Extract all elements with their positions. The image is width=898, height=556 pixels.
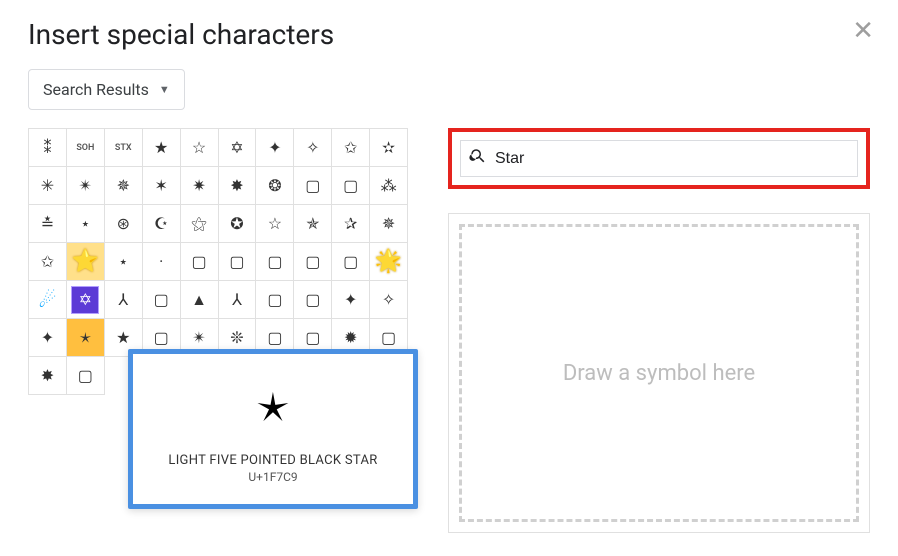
character-cell[interactable]: ✸ [219,167,257,205]
character-cell[interactable]: ⅄ [219,281,257,319]
character-cell[interactable]: ▢ [294,243,332,281]
character-cell[interactable]: ✸ [29,357,67,395]
preview-codepoint: U+1F7C9 [248,470,297,484]
character-cell[interactable]: ▢ [294,167,332,205]
character-cell[interactable]: ✯ [294,205,332,243]
character-cell[interactable]: ▢ [181,243,219,281]
character-cell[interactable]: ▢ [256,243,294,281]
character-cell[interactable]: ✧ [294,129,332,167]
character-cell[interactable]: ▢ [294,281,332,319]
character-cell[interactable]: ▢ [256,281,294,319]
character-cell[interactable]: ▢ [332,167,370,205]
character-cell[interactable]: ✫ [370,129,408,167]
character-cell[interactable]: ✧ [370,281,408,319]
character-cell[interactable]: ⋆ [67,205,105,243]
character-cell[interactable]: ≛ [29,205,67,243]
search-box[interactable] [460,140,858,177]
character-cell[interactable]: ⚝ [181,205,219,243]
character-cell[interactable]: ✦ [256,129,294,167]
character-cell[interactable]: ⋆ [105,243,143,281]
character-cell[interactable]: ✩ [332,129,370,167]
character-cell[interactable]: 🌟 [370,243,408,281]
character-cell[interactable]: ✰ [332,205,370,243]
character-cell[interactable]: ☪ [143,205,181,243]
character-cell[interactable]: ✪ [219,205,257,243]
character-cell[interactable]: ✡ [67,281,105,319]
preview-name: LIGHT FIVE POINTED BLACK STAR [168,453,377,468]
character-cell[interactable]: ⁂ [370,167,408,205]
dropdown-label: Search Results [43,80,149,99]
character-cell[interactable]: ☆ [256,205,294,243]
character-cell[interactable]: ✵ [370,205,408,243]
character-preview-tooltip: 🟉 LIGHT FIVE POINTED BLACK STAR U+1F7C9 [128,349,418,509]
search-input[interactable] [495,150,849,168]
character-cell[interactable]: 🟉 [67,319,105,357]
draw-canvas[interactable]: Draw a symbol here [459,224,859,522]
character-cell[interactable]: ▲ [181,281,219,319]
draw-placeholder: Draw a symbol here [563,361,755,386]
character-cell[interactable]: ✵ [105,167,143,205]
character-cell[interactable]: ▢ [67,357,105,395]
character-cell[interactable]: ▢ [332,243,370,281]
character-cell[interactable]: ❂ [256,167,294,205]
category-dropdown[interactable]: Search Results ▼ [28,69,185,110]
character-cell[interactable]: ✷ [181,167,219,205]
search-highlight [448,128,870,189]
character-cell[interactable]: ☄ [29,281,67,319]
chevron-down-icon: ▼ [159,83,170,96]
character-cell[interactable]: · [143,243,181,281]
character-cell[interactable]: ▢ [219,243,257,281]
search-icon [469,147,487,170]
dialog-title: Insert special characters [28,18,870,51]
character-cell[interactable]: SOH [67,129,105,167]
character-cell[interactable]: ★ [143,129,181,167]
character-cell[interactable]: ✴ [67,167,105,205]
close-icon[interactable]: ✕ [852,18,874,44]
character-cell[interactable]: ✡ [219,129,257,167]
character-cell[interactable]: ☆ [181,129,219,167]
preview-glyph: 🟉 [255,375,290,441]
character-cell[interactable]: ▢ [143,281,181,319]
character-cell[interactable]: ⊛ [105,205,143,243]
character-cell[interactable]: STX [105,129,143,167]
character-cell[interactable]: ✶ [143,167,181,205]
character-cell[interactable]: ✦ [29,319,67,357]
character-cell[interactable]: ⭐ [67,243,105,281]
draw-panel: Draw a symbol here [448,213,870,533]
character-cell[interactable]: ✦ [332,281,370,319]
character-cell[interactable]: ⁑ [29,129,67,167]
character-cell[interactable]: ✳ [29,167,67,205]
character-cell[interactable]: ⅄ [105,281,143,319]
character-cell[interactable]: ✩ [29,243,67,281]
